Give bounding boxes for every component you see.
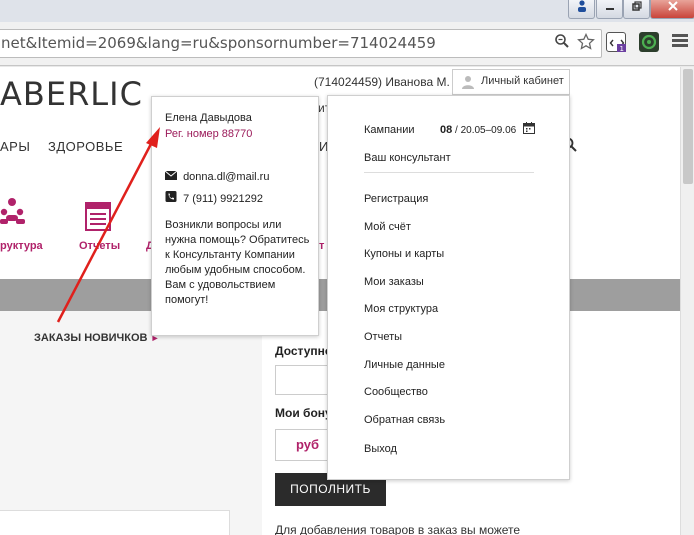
- annotation-arrow: [56, 127, 160, 323]
- annotation-arrow-head: [146, 127, 160, 148]
- annotation-arrow-line: [56, 141, 154, 323]
